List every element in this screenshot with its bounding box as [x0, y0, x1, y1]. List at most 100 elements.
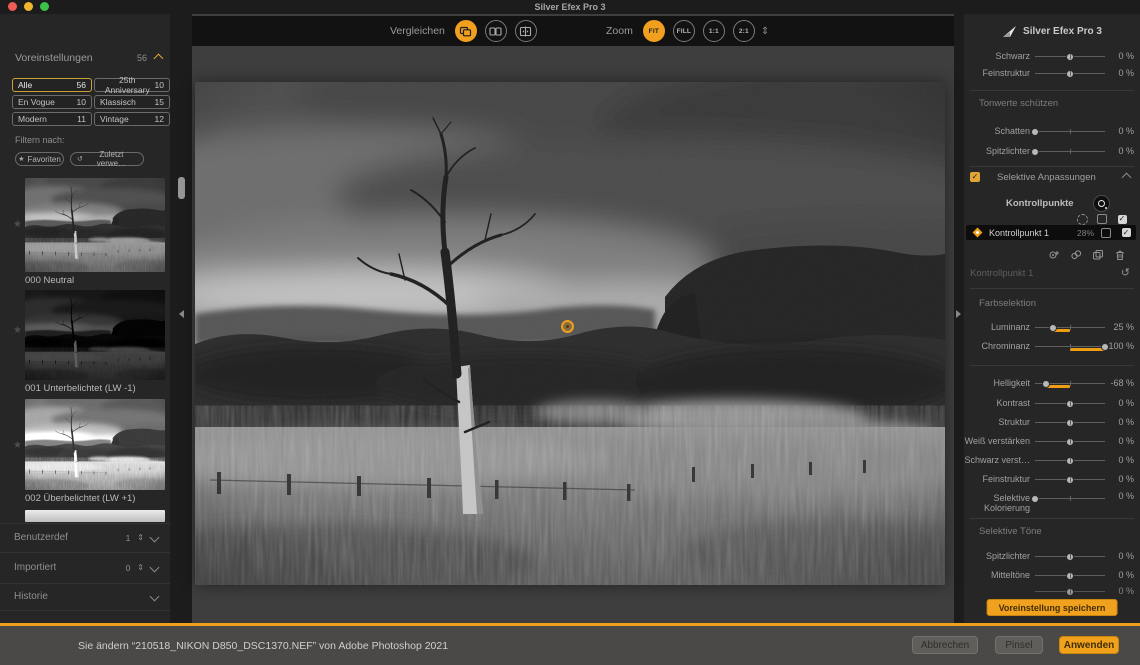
compare-split-button[interactable] [515, 20, 537, 42]
compare-side-by-side-button[interactable] [485, 20, 507, 42]
zoom-fit-button[interactable]: FIT [643, 20, 665, 42]
control-point-checkbox[interactable]: ✓ [1122, 228, 1131, 237]
show-selection-icon[interactable] [1077, 214, 1088, 225]
slider-track[interactable] [1035, 396, 1105, 410]
stepper-icon[interactable]: ⇕ [137, 533, 144, 542]
slider-track[interactable] [1035, 124, 1105, 138]
category-en-vogue[interactable]: En Vogue 10 [12, 95, 92, 109]
mask-toggle-icon[interactable] [1101, 228, 1111, 238]
collapse-left-panel-arrow-icon[interactable] [179, 310, 184, 318]
slider-label: Mitteltöne [964, 570, 1035, 580]
enable-all-checkbox[interactable]: ✓ [1118, 215, 1127, 224]
category-klassisch[interactable]: Klassisch 15 [94, 95, 170, 109]
control-point-marker[interactable] [561, 320, 574, 333]
favorite-star-icon[interactable]: ★ [13, 440, 22, 451]
chevron-up-icon[interactable] [1122, 172, 1132, 182]
slider-thumb[interactable] [1031, 128, 1039, 136]
selektive-anpassungen-checkbox[interactable]: ✓ [970, 172, 980, 182]
slider-selektive-kolorierung: Selektive Kolorierung 0 % [964, 491, 1140, 517]
collapse-presets-chevron-icon[interactable] [154, 53, 164, 63]
presets-header[interactable]: Voreinstellungen 56 [15, 50, 162, 66]
slider-track[interactable] [1035, 434, 1105, 448]
collapse-right-panel-arrow-icon[interactable] [956, 310, 961, 318]
reset-icon[interactable]: ↺ [1121, 268, 1130, 279]
slider-track[interactable] [1035, 66, 1105, 80]
slider-thumb[interactable] [1031, 148, 1039, 156]
slider-track[interactable] [1035, 587, 1105, 595]
favorite-star-icon[interactable]: ★ [13, 325, 22, 336]
slider-thumb[interactable] [1066, 476, 1074, 484]
slider-thumb[interactable] [1066, 419, 1074, 427]
category-modern[interactable]: Modern 11 [12, 112, 92, 126]
preset-thumbnail[interactable] [25, 290, 165, 380]
slider-track[interactable] [1035, 549, 1105, 563]
stepper-icon[interactable]: ⇕ [137, 563, 144, 572]
show-mask-icon[interactable] [1097, 214, 1107, 224]
section-benutzerdef[interactable]: Benutzerdef 1 ⇕ [0, 523, 170, 552]
category-count: 11 [77, 114, 86, 124]
slider-thumb[interactable] [1066, 588, 1074, 595]
zoom-fill-button[interactable]: FILL [673, 20, 695, 42]
preset-thumbnail[interactable] [25, 178, 165, 272]
zoom-stepper-icon[interactable]: ⇕ [761, 26, 769, 37]
category-vintage[interactable]: Vintage 12 [94, 112, 170, 126]
slider-track[interactable] [1035, 568, 1105, 582]
slider-thumb[interactable] [1101, 343, 1109, 351]
slider-thumb[interactable] [1066, 400, 1074, 408]
slider-thumb[interactable] [1049, 324, 1057, 332]
favorite-star-icon[interactable]: ★ [13, 219, 22, 230]
slider-thumb[interactable] [1066, 53, 1074, 61]
zoom-2-1-button[interactable]: 2:1 [733, 20, 755, 42]
zoom-group: Zoom FIT FILL 1:1 2:1 ⇕ [606, 16, 769, 46]
slider-track[interactable] [1035, 49, 1105, 63]
slider-thumb[interactable] [1066, 572, 1074, 580]
slider-track[interactable] [1035, 491, 1105, 505]
compare-overlay-button[interactable] [455, 20, 477, 42]
zoom-1-1-button[interactable]: 1:1 [703, 20, 725, 42]
image-preview[interactable] [195, 82, 945, 585]
section-importiert[interactable]: Importiert 0 ⇕ [0, 552, 170, 583]
chevron-down-icon[interactable] [150, 592, 160, 602]
slider-track[interactable] [1035, 376, 1105, 390]
cancel-button[interactable]: Abbrechen [912, 636, 978, 654]
group-control-points-icon[interactable] [1070, 249, 1082, 261]
category-25th-anniversary[interactable]: 25th Anniversary 10 [94, 78, 170, 92]
chevron-down-icon[interactable] [150, 563, 160, 573]
filter-favorites-button[interactable]: ★ Favoriten [15, 152, 64, 166]
chevron-down-icon[interactable] [150, 533, 160, 543]
slider-thumb[interactable] [1066, 553, 1074, 561]
preset-002-ueberbelichtet[interactable]: 002 Überbelichtet (LW +1) [25, 399, 165, 504]
slider-track[interactable] [1035, 144, 1105, 158]
slider-value: 0 % [1105, 570, 1140, 580]
preset-000-neutral[interactable]: 000 Neutral [25, 178, 165, 286]
duplicate-control-point-icon[interactable] [1092, 249, 1104, 261]
selektive-anpassungen-header[interactable]: ✓ Selektive Anpassungen [964, 170, 1140, 184]
slider-track[interactable] [1035, 453, 1105, 467]
add-control-point-icon[interactable] [1093, 195, 1110, 212]
history-icon: ↺ [77, 155, 83, 163]
slider-track[interactable] [1035, 320, 1105, 334]
slider-thumb[interactable] [1066, 438, 1074, 446]
slider-track[interactable] [1035, 339, 1105, 353]
slider-track[interactable] [1035, 472, 1105, 486]
slider-thumb[interactable] [1066, 457, 1074, 465]
preset-thumbnail-partial[interactable] [25, 510, 165, 522]
save-preset-button[interactable]: Voreinstellung speichern [987, 599, 1118, 616]
slider-thumb[interactable] [1031, 495, 1039, 503]
slider-track[interactable] [1035, 415, 1105, 429]
delete-control-point-icon[interactable] [1114, 249, 1126, 261]
add-control-point-button-icon[interactable] [1048, 249, 1060, 261]
slider-thumb[interactable] [1066, 70, 1074, 78]
apply-button[interactable]: Anwenden [1059, 636, 1119, 654]
photo-landscape [195, 82, 945, 585]
section-historie[interactable]: Historie [0, 583, 170, 610]
preset-001-unterbelichtet[interactable]: 001 Unterbelichtet (LW -1) [25, 290, 165, 394]
presets-scrollbar[interactable] [178, 177, 185, 199]
slider-value: -68 % [1105, 378, 1140, 388]
filter-recent-button[interactable]: ↺ Zuletzt verwe… [70, 152, 144, 166]
control-point-row[interactable]: Kontrollpunkt 1 28% ✓ [966, 225, 1136, 240]
preset-label: 001 Unterbelichtet (LW -1) [25, 383, 165, 394]
category-alle[interactable]: Alle 56 [12, 78, 92, 92]
brush-button[interactable]: Pinsel [995, 636, 1043, 654]
preset-thumbnail[interactable] [25, 399, 165, 490]
